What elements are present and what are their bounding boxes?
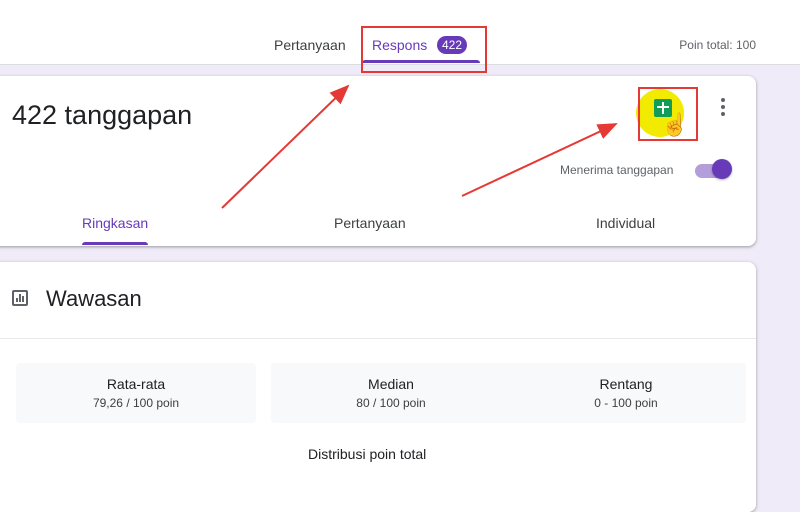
arrow-to-sheets — [461, 123, 618, 197]
annotation-arrows — [221, 84, 618, 209]
arrow-to-respons — [221, 84, 350, 209]
